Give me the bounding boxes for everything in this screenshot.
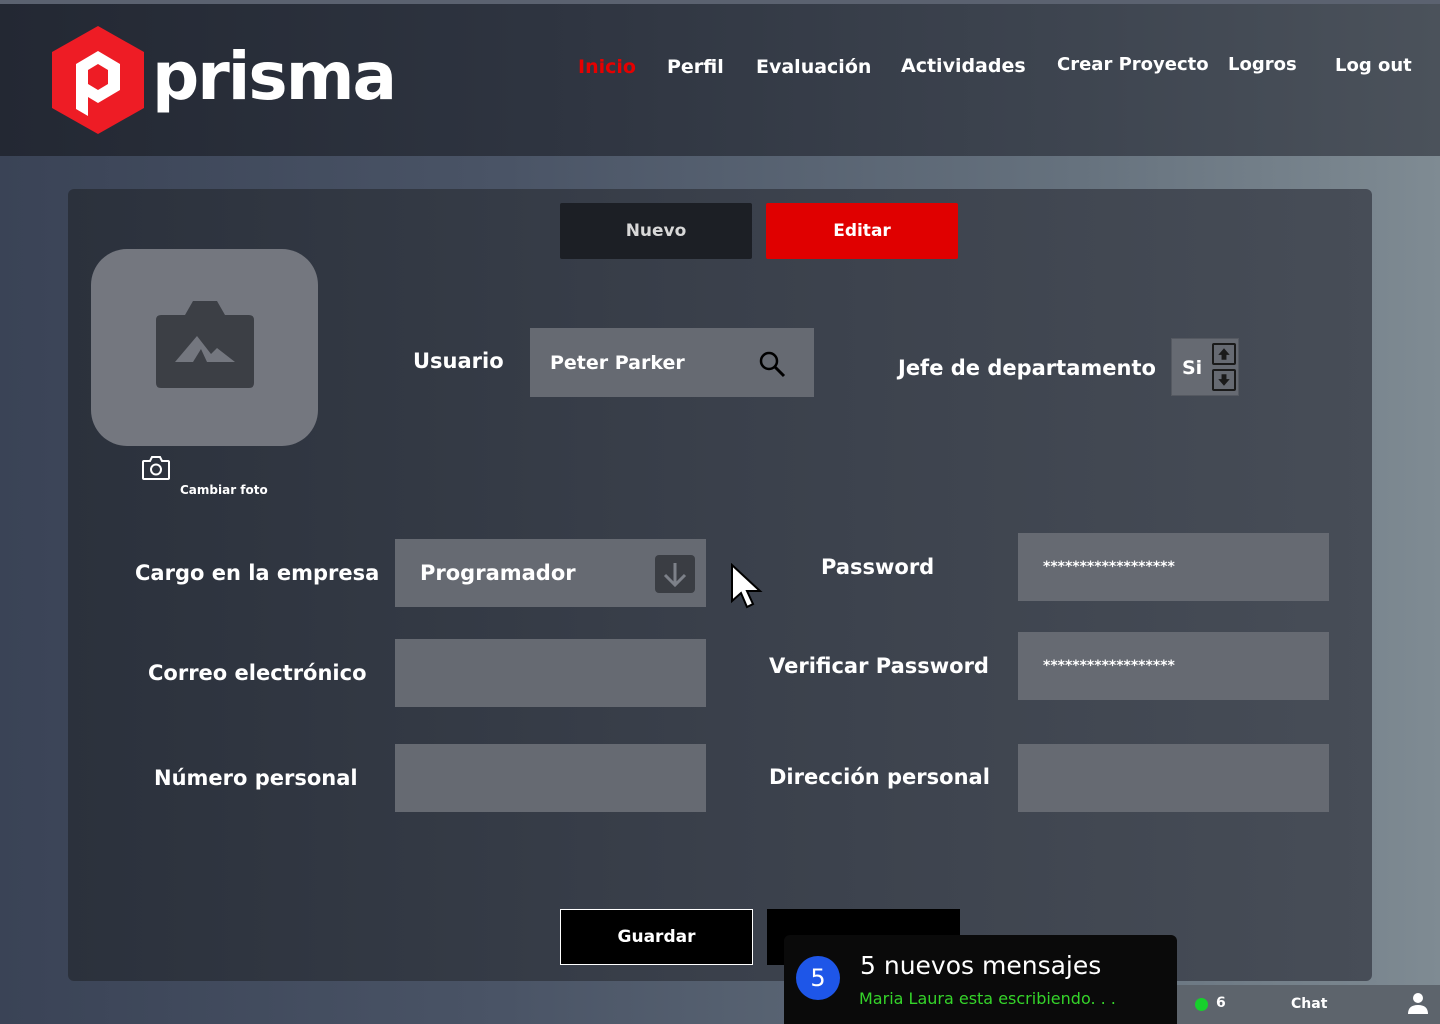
- correo-field[interactable]: [395, 639, 706, 707]
- typing-indicator: Maria Laura esta escribiendo. . .: [859, 989, 1116, 1008]
- nav-item-log-out[interactable]: Log out: [1335, 55, 1412, 76]
- online-count: 6: [1216, 995, 1226, 1011]
- toast-title: 5 nuevos mensajes: [860, 951, 1102, 980]
- prisma-logo-icon: [52, 26, 144, 134]
- guardar-button[interactable]: Guardar: [560, 909, 753, 965]
- chat-label[interactable]: Chat: [1291, 996, 1327, 1012]
- user-icon[interactable]: [1406, 991, 1430, 1015]
- jefe-label: Jefe de departamento: [898, 356, 1156, 380]
- message-count-badge: 5: [796, 956, 840, 1000]
- image-placeholder-icon: [156, 301, 254, 388]
- profile-photo[interactable]: [91, 249, 318, 446]
- correo-label: Correo electrónico: [148, 661, 367, 685]
- arrow-down-icon[interactable]: [1212, 369, 1236, 391]
- nav-item-actividades[interactable]: Actividades: [901, 55, 1026, 77]
- direccion-label: Dirección personal: [769, 765, 990, 789]
- brand-logo[interactable]: prisma: [48, 24, 397, 136]
- jefe-stepper[interactable]: Si: [1171, 338, 1239, 396]
- direccion-field[interactable]: [1018, 744, 1329, 812]
- verificar-password-field[interactable]: ******************: [1018, 632, 1329, 700]
- nav-item-inicio[interactable]: Inicio: [578, 56, 636, 78]
- usuario-search-field[interactable]: Peter Parker: [530, 328, 814, 397]
- editar-button[interactable]: Editar: [766, 203, 958, 259]
- usuario-value: Peter Parker: [550, 352, 685, 374]
- nav-item-logros[interactable]: Logros: [1228, 54, 1297, 75]
- nav-item-evaluacion[interactable]: Evaluación: [756, 56, 871, 78]
- arrow-down-icon[interactable]: [655, 555, 695, 593]
- nav-item-crear-proyecto[interactable]: Crear Proyecto: [1057, 54, 1209, 75]
- chat-bar[interactable]: 6 Chat: [1177, 985, 1440, 1024]
- cargo-label: Cargo en la empresa: [135, 561, 380, 585]
- nav-item-perfil[interactable]: Perfil: [667, 56, 724, 78]
- change-photo-link[interactable]: Cambiar foto: [180, 483, 268, 497]
- online-status-icon: [1195, 998, 1208, 1011]
- numero-field[interactable]: [395, 744, 706, 812]
- password-label: Password: [821, 555, 935, 579]
- cargo-value: Programador: [420, 561, 576, 585]
- verificar-password-label: Verificar Password: [769, 654, 989, 678]
- verificar-password-value: ******************: [1043, 658, 1175, 674]
- new-messages-toast[interactable]: 5 5 nuevos mensajes Maria Laura esta esc…: [784, 935, 1177, 1024]
- usuario-label: Usuario: [413, 349, 504, 373]
- numero-label: Número personal: [154, 766, 358, 790]
- arrow-up-icon[interactable]: [1212, 343, 1236, 365]
- password-value: ******************: [1043, 559, 1175, 575]
- search-icon[interactable]: [758, 350, 786, 378]
- camera-icon[interactable]: [141, 455, 171, 481]
- brand-name: prisma: [152, 38, 397, 115]
- mouse-cursor-icon: [731, 563, 763, 609]
- jefe-value: Si: [1182, 357, 1203, 379]
- nuevo-button[interactable]: Nuevo: [560, 203, 752, 259]
- header: prisma Inicio Perfil Evaluación Activida…: [0, 4, 1440, 156]
- password-field[interactable]: ******************: [1018, 533, 1329, 601]
